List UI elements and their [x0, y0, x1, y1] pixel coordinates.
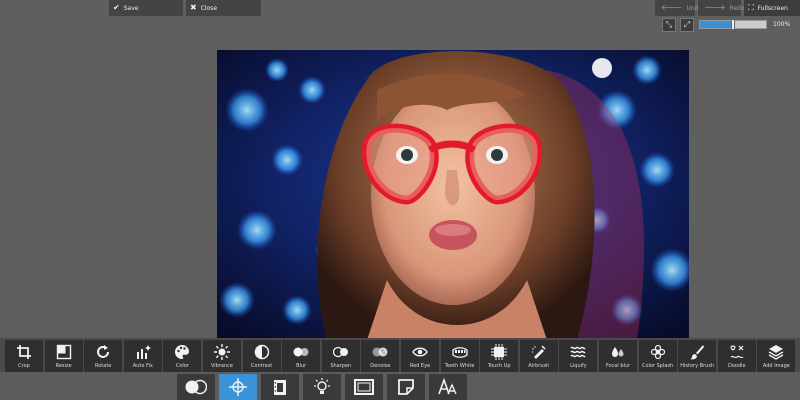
redo-button[interactable]: 🡒 Redo — [698, 0, 745, 16]
zoom-slider[interactable] — [699, 19, 767, 30]
tool-label: Airbrush — [528, 363, 550, 369]
zoom-value: 100% — [773, 21, 791, 28]
category-tab-sticker[interactable] — [387, 374, 425, 400]
actual-size-button[interactable]: ⤢ — [680, 18, 694, 32]
text-icon — [438, 378, 458, 396]
category-tab-frame[interactable] — [345, 374, 383, 400]
tool-touch-up-button[interactable]: Touch Up — [480, 340, 519, 372]
sun-icon — [213, 343, 231, 361]
tool-sharpen-button[interactable]: Sharpen — [321, 340, 360, 372]
tool-label: Resize — [55, 363, 72, 369]
tool-label: Teeth White — [444, 363, 475, 369]
tool-contrast-button[interactable]: Contrast — [242, 340, 281, 372]
tool-history-brush-button[interactable]: History Brush — [678, 340, 717, 372]
denoise-icon — [371, 343, 389, 361]
category-tab-crosshair[interactable] — [219, 374, 257, 400]
close-label: Close — [200, 4, 218, 12]
tool-doodle-button[interactable]: Doodle — [717, 340, 756, 372]
zoom-slider-handle[interactable] — [731, 19, 735, 30]
tool-label: Denoise — [370, 363, 391, 369]
tool-airbrush-button[interactable]: Airbrush — [519, 340, 558, 372]
contrast-icon — [253, 343, 271, 361]
photo-canvas[interactable] — [217, 50, 689, 340]
teeth-icon — [451, 343, 469, 361]
eye-icon — [411, 343, 429, 361]
touch-up-icon — [490, 343, 508, 361]
category-tab-light-bulb[interactable] — [303, 374, 341, 400]
tool-label: Crop — [18, 363, 30, 369]
rotate-icon — [94, 343, 112, 361]
tool-auto-fix-button[interactable]: Auto Fix — [123, 340, 162, 372]
tool-label: Color Splash — [641, 363, 674, 369]
tool-focal-blur-button[interactable]: Focal blur — [599, 340, 637, 372]
frame-icon — [354, 379, 374, 395]
tool-label: Contrast — [250, 363, 273, 369]
tool-denoise-button[interactable]: Denoise — [361, 340, 400, 372]
tool-color-splash-button[interactable]: Color Splash — [638, 340, 677, 372]
adjust-circles-icon — [185, 379, 207, 395]
light-bulb-icon — [313, 378, 331, 396]
tool-liquify-button[interactable]: Liquify — [559, 340, 598, 372]
layers-icon — [767, 343, 785, 361]
waves-icon — [569, 343, 587, 361]
expand-arrow-icon: ⤢ — [683, 20, 691, 29]
arrow-left-icon: 🡐 — [661, 3, 683, 12]
tool-add-image-button[interactable]: Add Image — [757, 340, 796, 372]
tool-rotate-button[interactable]: Rotate — [84, 340, 123, 372]
airbrush-icon — [530, 343, 548, 361]
sticker-icon — [397, 378, 415, 396]
tool-color-button[interactable]: Color — [163, 340, 202, 372]
tool-label: Liquify — [570, 363, 587, 369]
tool-vibrance-button[interactable]: Vibrance — [203, 340, 241, 372]
drops-icon — [609, 343, 627, 361]
category-tab-film[interactable] — [261, 374, 299, 400]
palette-icon — [173, 343, 191, 361]
undo-button[interactable]: 🡐 Undo — [655, 0, 702, 16]
tool-label: Doodle — [727, 363, 746, 369]
portrait-photo — [217, 50, 689, 340]
film-icon — [272, 378, 288, 396]
crosshair-icon — [229, 378, 247, 396]
tool-label: Sharpen — [330, 363, 352, 369]
doodle-icon — [728, 343, 746, 361]
tool-label: Touch Up — [487, 363, 511, 369]
category-tab-text[interactable] — [429, 374, 467, 400]
zoom-slider-fill — [700, 21, 733, 28]
blur-icon — [292, 343, 310, 361]
tool-label: Vibrance — [211, 363, 233, 369]
tool-label: Blur — [296, 363, 307, 369]
tool-teeth-white-button[interactable]: Teeth White — [440, 340, 479, 372]
tool-red-eye-button[interactable]: Red Eye — [401, 340, 439, 372]
crop-icon — [15, 343, 33, 361]
resize-icon — [55, 343, 73, 361]
redo-label: Redo — [729, 4, 745, 12]
close-icon: ✖ — [190, 3, 197, 12]
tool-label: History Brush — [680, 363, 715, 369]
save-label: Save — [123, 4, 139, 12]
auto-fix-icon — [134, 343, 152, 361]
tool-label: Red Eye — [409, 363, 431, 369]
close-button[interactable]: ✖ Close — [186, 0, 261, 16]
tool-label: Add Image — [762, 363, 790, 369]
tool-blur-button[interactable]: Blur — [282, 340, 321, 372]
shrink-icon: ⤡ — [665, 20, 673, 29]
tool-resize-button[interactable]: Resize — [44, 340, 83, 372]
check-icon: ✔ — [113, 3, 120, 12]
tool-label: Focal blur — [605, 363, 631, 369]
expand-icon: ⛶ — [748, 3, 754, 12]
tool-crop-button[interactable]: Crop — [5, 340, 43, 372]
arrow-right-icon: 🡒 — [704, 3, 726, 12]
fullscreen-button[interactable]: ⛶ Fullscreen — [744, 0, 800, 16]
fullscreen-label: Fullscreen — [757, 4, 788, 12]
fit-to-screen-button[interactable]: ⤡ — [662, 18, 676, 32]
tool-label: Auto Fix — [132, 363, 153, 369]
save-button[interactable]: ✔ Save — [109, 0, 183, 16]
sharpen-icon — [332, 343, 350, 361]
category-tab-adjust-circles[interactable] — [177, 374, 215, 400]
tool-label: Rotate — [95, 363, 112, 369]
flower-icon — [649, 343, 667, 361]
tool-label: Color — [175, 363, 189, 369]
brush-icon — [688, 343, 706, 361]
